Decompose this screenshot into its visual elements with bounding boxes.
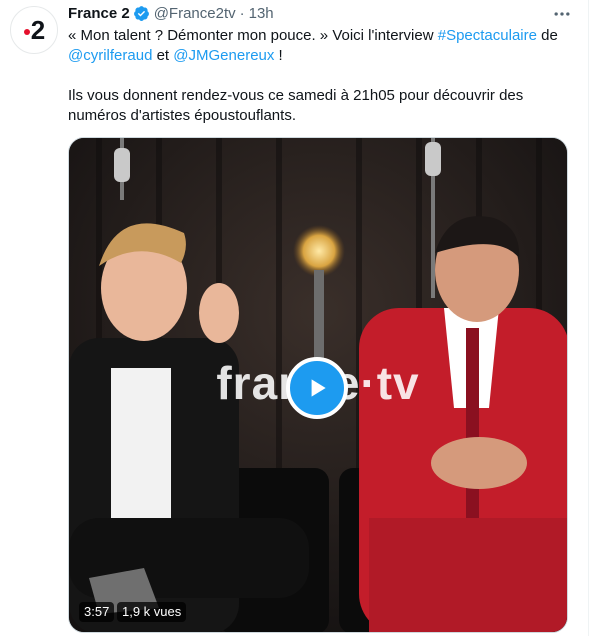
- header-separator: ·: [239, 4, 245, 22]
- avatar[interactable]: 2: [10, 6, 58, 54]
- video-player[interactable]: france·tv 3:57 1,9 k vues: [68, 137, 568, 633]
- verified-badge-icon: [133, 5, 149, 21]
- divider: [588, 0, 589, 636]
- tweet-text-segment: de: [536, 27, 558, 44]
- avatar-logo-text: 2: [30, 14, 46, 45]
- more-horizontal-icon[interactable]: [552, 4, 572, 24]
- tweet[interactable]: 2 France 2 @France2tv · 13h « Mon talent…: [0, 0, 600, 636]
- tweet-text-segment: « Mon talent ? Démonter mon pouce. » Voi…: [68, 27, 438, 44]
- video-duration: 3:57: [79, 602, 115, 622]
- play-button[interactable]: [286, 357, 348, 419]
- author-name[interactable]: France 2: [68, 5, 130, 22]
- tweet-text: « Mon talent ? Démonter mon pouce. » Voi…: [68, 26, 578, 126]
- author-handle[interactable]: @France2tv: [154, 5, 236, 22]
- tweet-paragraph-2: Ils vous donnent rendez-vous ce samedi à…: [68, 87, 524, 124]
- tweet-text-segment: !: [274, 47, 283, 64]
- tweet-header: France 2 @France2tv · 13h: [68, 3, 274, 23]
- tweet-timestamp[interactable]: 13h: [249, 5, 274, 22]
- brand-dot-icon: [23, 29, 30, 35]
- play-icon: [311, 379, 326, 397]
- mention-link[interactable]: @cyrilferaud: [68, 47, 152, 64]
- tweet-paragraph-1: « Mon talent ? Démonter mon pouce. » Voi…: [68, 26, 578, 66]
- video-view-count: 1,9 k vues: [117, 602, 187, 622]
- mention-link[interactable]: @JMGenereux: [173, 47, 274, 64]
- hashtag-link[interactable]: #Spectaculaire: [438, 27, 537, 44]
- tweet-text-segment: et: [152, 47, 174, 64]
